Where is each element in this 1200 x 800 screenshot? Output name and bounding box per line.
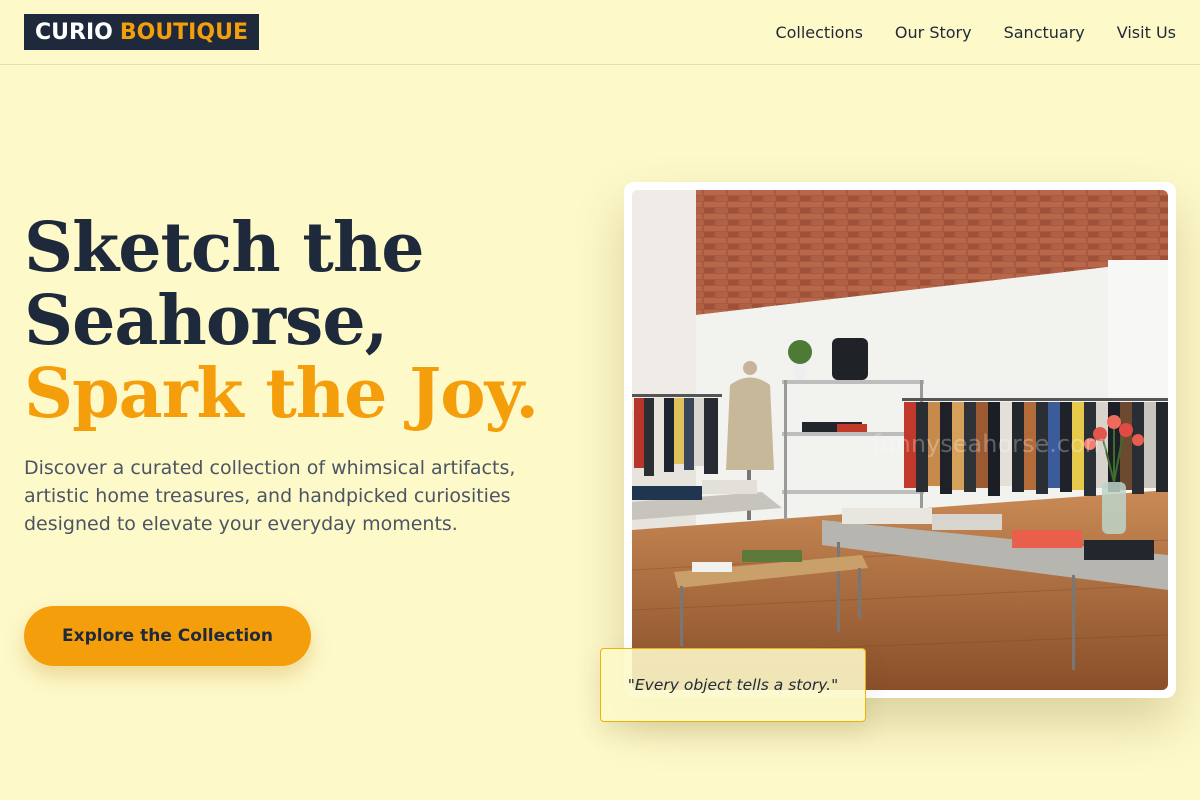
logo-word-boutique: BOUTIQUE bbox=[119, 19, 248, 45]
hero-headline: Sketch the Seahorse, Spark the Joy. bbox=[24, 212, 584, 431]
site-header: CURIO BOUTIQUE Collections Our Story San… bbox=[0, 0, 1200, 65]
logo[interactable]: CURIO BOUTIQUE bbox=[24, 14, 259, 50]
nav-link-sanctuary[interactable]: Sanctuary bbox=[1004, 23, 1085, 42]
hero-description: Discover a curated collection of whimsic… bbox=[24, 457, 516, 535]
nav-link-our-story[interactable]: Our Story bbox=[895, 23, 972, 42]
main-nav: Collections Our Story Sanctuary Visit Us bbox=[775, 0, 1176, 64]
nav-link-collections[interactable]: Collections bbox=[775, 23, 862, 42]
showcase-image-card: funnyseahorse.com bbox=[624, 182, 1176, 698]
photo-watermark: funnyseahorse.com bbox=[872, 430, 1108, 458]
nav-link-visit-us[interactable]: Visit Us bbox=[1117, 23, 1176, 42]
headline-line-2: Seahorse, bbox=[24, 281, 388, 361]
store-interior-photo: funnyseahorse.com bbox=[632, 190, 1168, 690]
left-clothing-rack bbox=[632, 394, 722, 476]
logo-word-curio: CURIO bbox=[35, 19, 113, 45]
explore-collection-button[interactable]: Explore the Collection bbox=[24, 606, 311, 666]
headline-line-1: Sketch the bbox=[24, 208, 425, 288]
headline-accent-line: Spark the Joy. bbox=[24, 354, 539, 434]
page: CURIO BOUTIQUE Collections Our Story San… bbox=[0, 0, 1200, 800]
quote-badge: "Every object tells a story." bbox=[600, 648, 866, 722]
store-interior-illustration: funnyseahorse.com bbox=[632, 190, 1168, 690]
